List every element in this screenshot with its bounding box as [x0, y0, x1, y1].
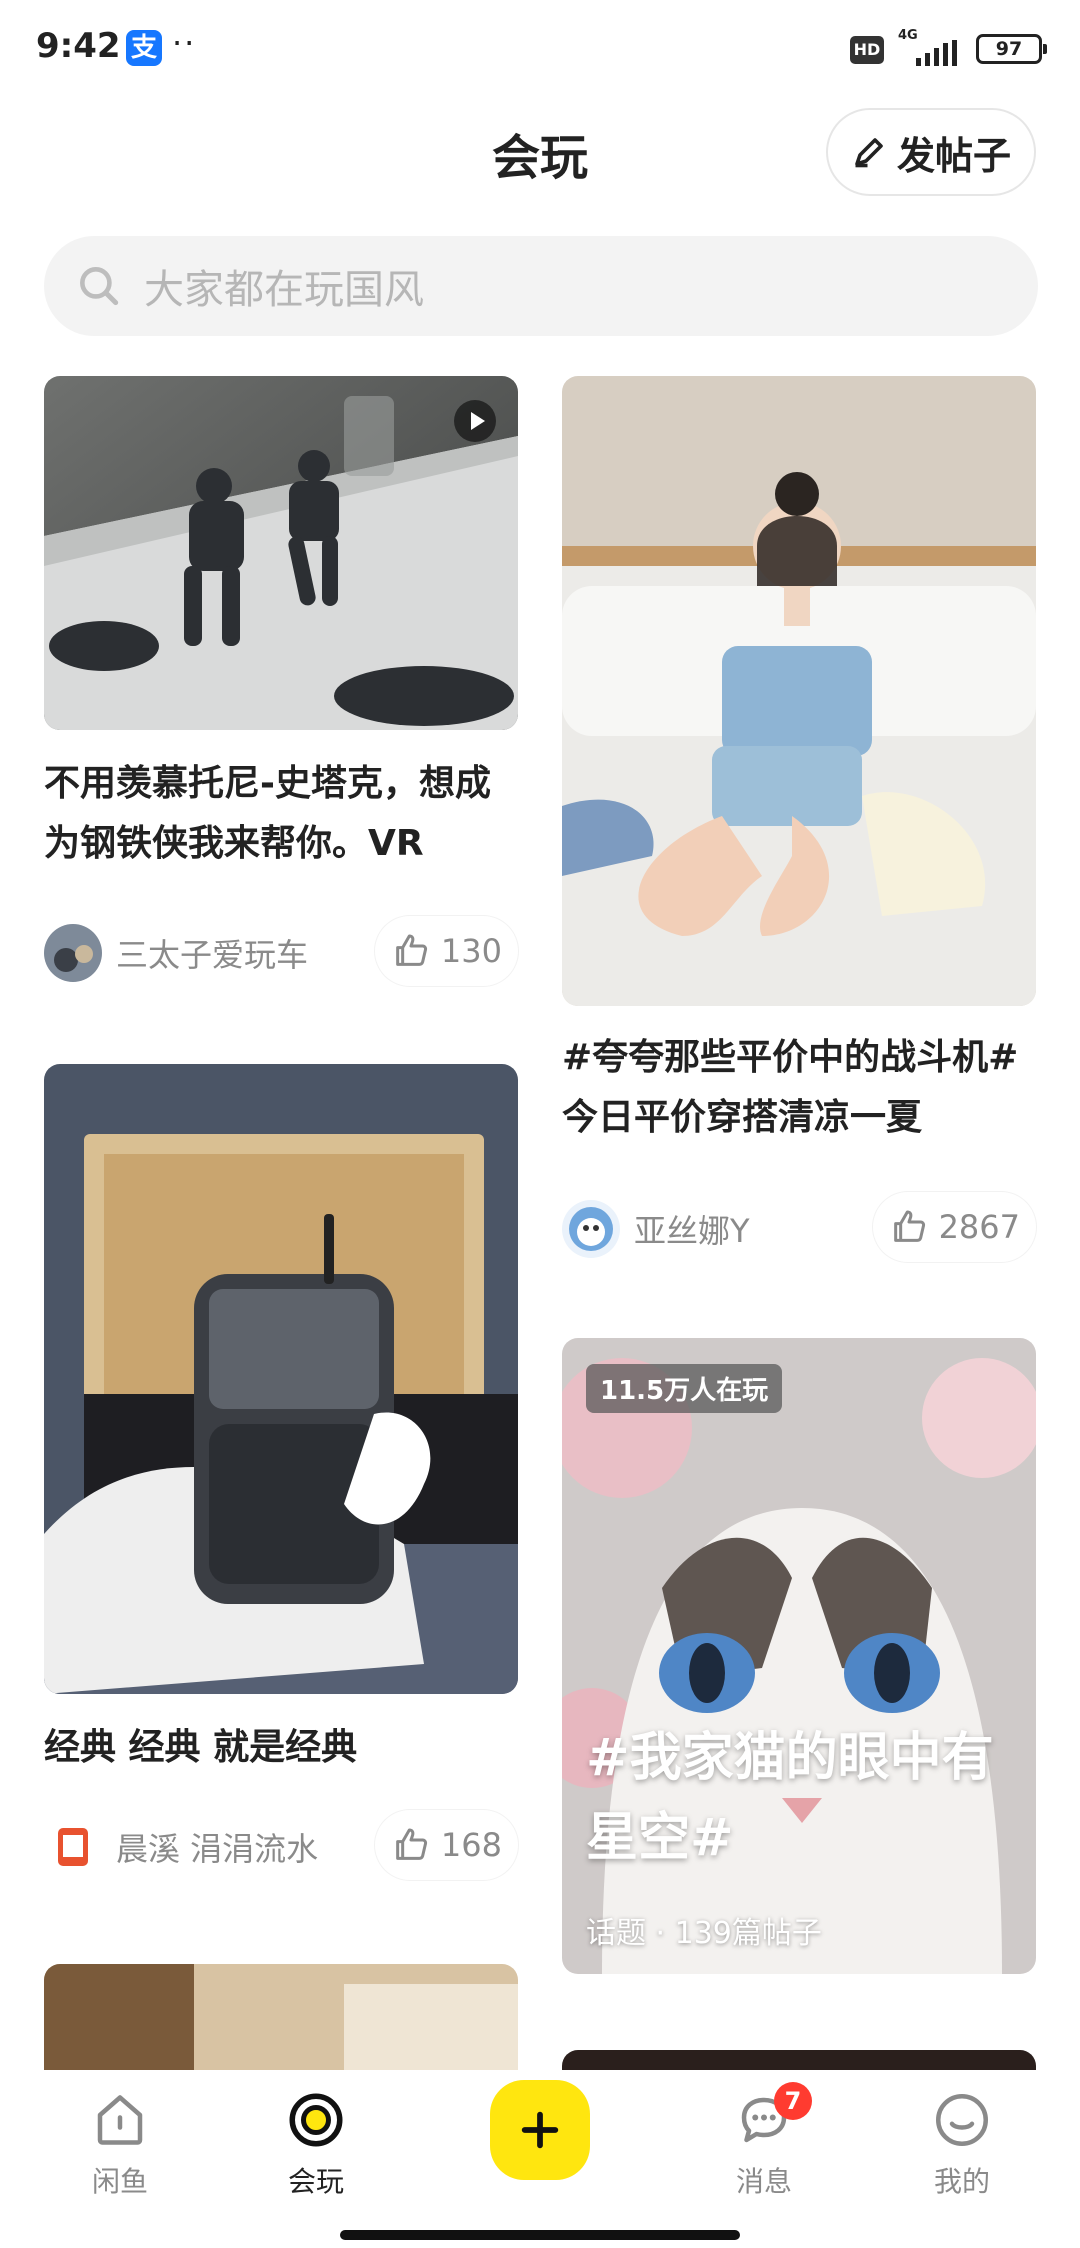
post-cover-image — [44, 376, 518, 730]
unread-badge: 7 — [774, 2082, 812, 2120]
network-type: 4G — [898, 28, 918, 43]
play-circle-icon — [289, 2093, 343, 2147]
search-placeholder: 大家都在玩国风 — [144, 267, 424, 313]
bottom-nav: 闲鱼 会玩 7 消息 我的 — [0, 2070, 1080, 2248]
pen-icon — [855, 138, 883, 168]
post-card[interactable] — [44, 1964, 518, 2070]
notification-dots: ·· — [172, 24, 197, 62]
battery-icon: 97 — [976, 34, 1047, 64]
signal-icon: 4G — [898, 28, 962, 68]
post-cover-image — [44, 1964, 518, 2070]
post-cover-image — [44, 1064, 518, 1694]
post-meta: 三太子爱玩车 130 — [44, 916, 518, 986]
search-icon — [80, 267, 119, 306]
post-card[interactable]: 不用羡慕托尼-史塔克，想成为钢铁侠我来帮你。VR 三太子爱玩车 130 — [44, 376, 518, 996]
post-meta: 晨溪 涓涓流水 168 — [44, 1810, 518, 1880]
alipay-icon: 支 — [126, 30, 162, 66]
smile-face-icon — [936, 2094, 988, 2146]
topic-cover-image: 11.5万人在玩 #我家猫的眼中有星空# 话题 · 139篇帖子 — [562, 1338, 1036, 1974]
post-card[interactable]: 经典 经典 就是经典 晨溪 涓涓流水 168 — [44, 1064, 518, 1884]
topic-card[interactable]: 11.5万人在玩 #我家猫的眼中有星空# 话题 · 139篇帖子 — [562, 1338, 1036, 1974]
like-count: 168 — [440, 1826, 502, 1864]
like-button[interactable]: 168 — [374, 1810, 518, 1880]
thumbs-up-icon — [396, 934, 428, 966]
status-time: 9:42 — [36, 26, 121, 66]
nav-item-play[interactable]: 会玩 — [236, 2090, 396, 2200]
post-meta: 亚丝娜Y 2867 — [562, 1192, 1036, 1262]
nav-item-profile[interactable]: 我的 — [882, 2090, 1042, 2200]
like-button[interactable]: 130 — [374, 916, 518, 986]
post-card[interactable]: #夸夸那些平价中的战斗机# 今日平价穿搭清凉一夏 亚丝娜Y 2867 — [562, 376, 1036, 1266]
thumbs-up-icon — [396, 1828, 428, 1860]
post-title: 经典 经典 就是经典 — [44, 1727, 358, 1768]
post-cover-image — [562, 376, 1036, 1006]
topic-subtitle: 话题 · 139篇帖子 — [586, 1916, 822, 1951]
post-title: 不用羡慕托尼-史塔克，想成为钢铁侠我来帮你。VR — [44, 763, 491, 864]
post-button-label: 发帖子 — [896, 133, 1011, 178]
nav-label: 会玩 — [287, 2165, 344, 2198]
home-indicator[interactable] — [340, 2230, 740, 2240]
author-name[interactable]: 三太子爱玩车 — [116, 930, 308, 976]
video-play-icon — [454, 400, 496, 442]
avatar[interactable] — [562, 1200, 620, 1258]
players-badge: 11.5万人在玩 — [586, 1364, 783, 1413]
hd-icon: HD — [850, 36, 884, 64]
avatar[interactable] — [44, 924, 102, 982]
author-name[interactable]: 亚丝娜Y — [634, 1206, 750, 1252]
avatar[interactable] — [44, 1818, 102, 1876]
post-cover-image — [562, 2050, 1036, 2070]
home-icon — [97, 2095, 143, 2145]
post-button[interactable]: 发帖子 — [826, 108, 1036, 196]
post-title: #夸夸那些平价中的战斗机# 今日平价穿搭清凉一夏 — [562, 1037, 1019, 1138]
nav-item-messages[interactable]: 7 消息 — [684, 2082, 844, 2200]
nav-label: 我的 — [933, 2165, 990, 2198]
topic-title: #我家猫的眼中有星空# — [586, 1728, 994, 1868]
author-name[interactable]: 晨溪 涓涓流水 — [116, 1824, 318, 1870]
plus-icon — [521, 2111, 559, 2149]
thumbs-up-icon — [893, 1210, 925, 1242]
post-card[interactable] — [562, 2050, 1036, 2070]
nav-item-home[interactable]: 闲鱼 — [40, 2090, 200, 2200]
publish-button[interactable] — [490, 2080, 590, 2180]
like-count: 130 — [440, 932, 502, 970]
nav-label: 消息 — [735, 2165, 792, 2198]
nav-label: 闲鱼 — [91, 2165, 148, 2198]
search-bar[interactable]: 大家都在玩国风 — [44, 236, 1038, 336]
like-button[interactable]: 2867 — [872, 1192, 1036, 1262]
like-count: 2867 — [938, 1208, 1020, 1246]
status-bar: 9:42 支 ·· HD 4G 97 — [0, 0, 1080, 96]
